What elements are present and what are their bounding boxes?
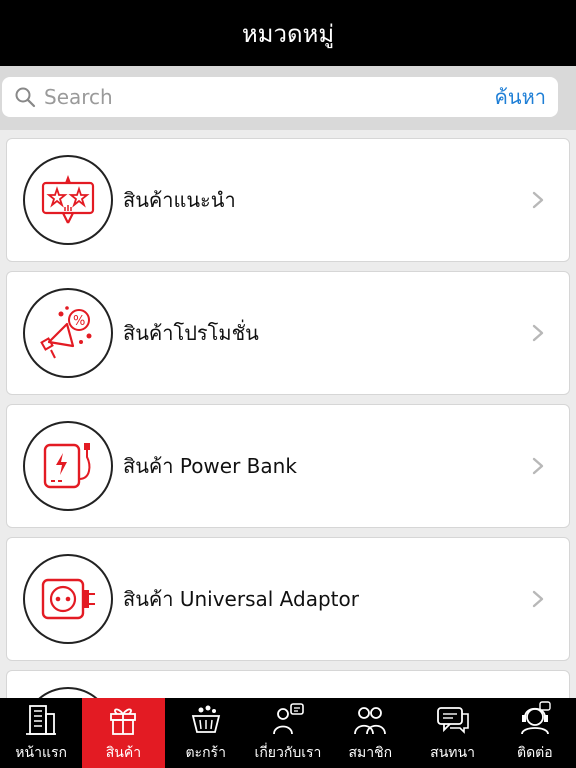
category-label: สินค้า Power Bank: [123, 454, 297, 478]
search-bar: ค้นหา: [2, 77, 558, 117]
basket-icon: [191, 705, 220, 733]
category-icon: [23, 687, 113, 698]
category-item-power-bank[interactable]: สินค้า Power Bank: [6, 404, 570, 528]
members-icon: [354, 707, 387, 735]
category-item-universal-adaptor[interactable]: สินค้า Universal Adaptor: [6, 537, 570, 661]
chat-icon: [436, 707, 469, 734]
page-title: หมวดหมู่: [241, 19, 335, 48]
recommended-stars-icon: [23, 155, 113, 245]
search-area: ค้นหา: [0, 66, 576, 130]
universal-adaptor-icon: [23, 554, 113, 644]
contact-icon: [520, 701, 551, 735]
category-label: สินค้าแนะนำ: [123, 188, 236, 212]
category-item-recommended[interactable]: สินค้าแนะนำ: [6, 138, 570, 262]
bottom-tab-bar: หน้าแรก สินค้า ตะกร้า เกี่ยวกับเรา สมาชิ…: [0, 698, 576, 768]
tab-label: ตะกร้า: [185, 745, 226, 761]
tab-label: เกี่ยวกับเรา: [254, 745, 322, 761]
svg-text:%: %: [73, 314, 85, 329]
search-input[interactable]: [44, 85, 495, 109]
search-icon: [15, 87, 36, 108]
tab-label: ติดต่อ: [516, 745, 553, 761]
category-item-partial[interactable]: [6, 670, 570, 698]
chevron-right-icon: [532, 191, 544, 209]
promotion-megaphone-icon: %: [23, 288, 113, 378]
building-icon: [26, 705, 57, 735]
tab-label: หน้าแรก: [15, 745, 67, 761]
power-bank-icon: [23, 421, 113, 511]
tab-label: สนทนา: [430, 745, 475, 761]
category-label: สินค้าโปรโมชั่น: [123, 321, 259, 345]
category-label: สินค้า Universal Adaptor: [123, 587, 359, 611]
chevron-right-icon: [532, 324, 544, 342]
category-item-promotion[interactable]: % สินค้าโปรโมชั่น: [6, 271, 570, 395]
app-header: หมวดหมู่: [0, 0, 576, 66]
tab-products[interactable]: สินค้า: [82, 698, 165, 768]
tab-contact[interactable]: ติดต่อ: [494, 698, 576, 768]
tab-chat[interactable]: สนทนา: [411, 698, 493, 768]
category-list[interactable]: สินค้าแนะนำ % สินค้าโปรโมชั่น สินค้า Pow…: [0, 130, 576, 698]
gift-icon: [110, 708, 137, 735]
chevron-right-icon: [532, 457, 544, 475]
search-button[interactable]: ค้นหา: [495, 81, 546, 113]
tab-members[interactable]: สมาชิก: [329, 698, 411, 768]
tab-about[interactable]: เกี่ยวกับเรา: [247, 698, 329, 768]
tab-home[interactable]: หน้าแรก: [0, 698, 82, 768]
tab-cart[interactable]: ตะกร้า: [165, 698, 247, 768]
about-us-icon: [273, 703, 304, 735]
chevron-right-icon: [532, 590, 544, 608]
tab-label: สินค้า: [105, 745, 142, 761]
tab-label: สมาชิก: [348, 745, 393, 761]
